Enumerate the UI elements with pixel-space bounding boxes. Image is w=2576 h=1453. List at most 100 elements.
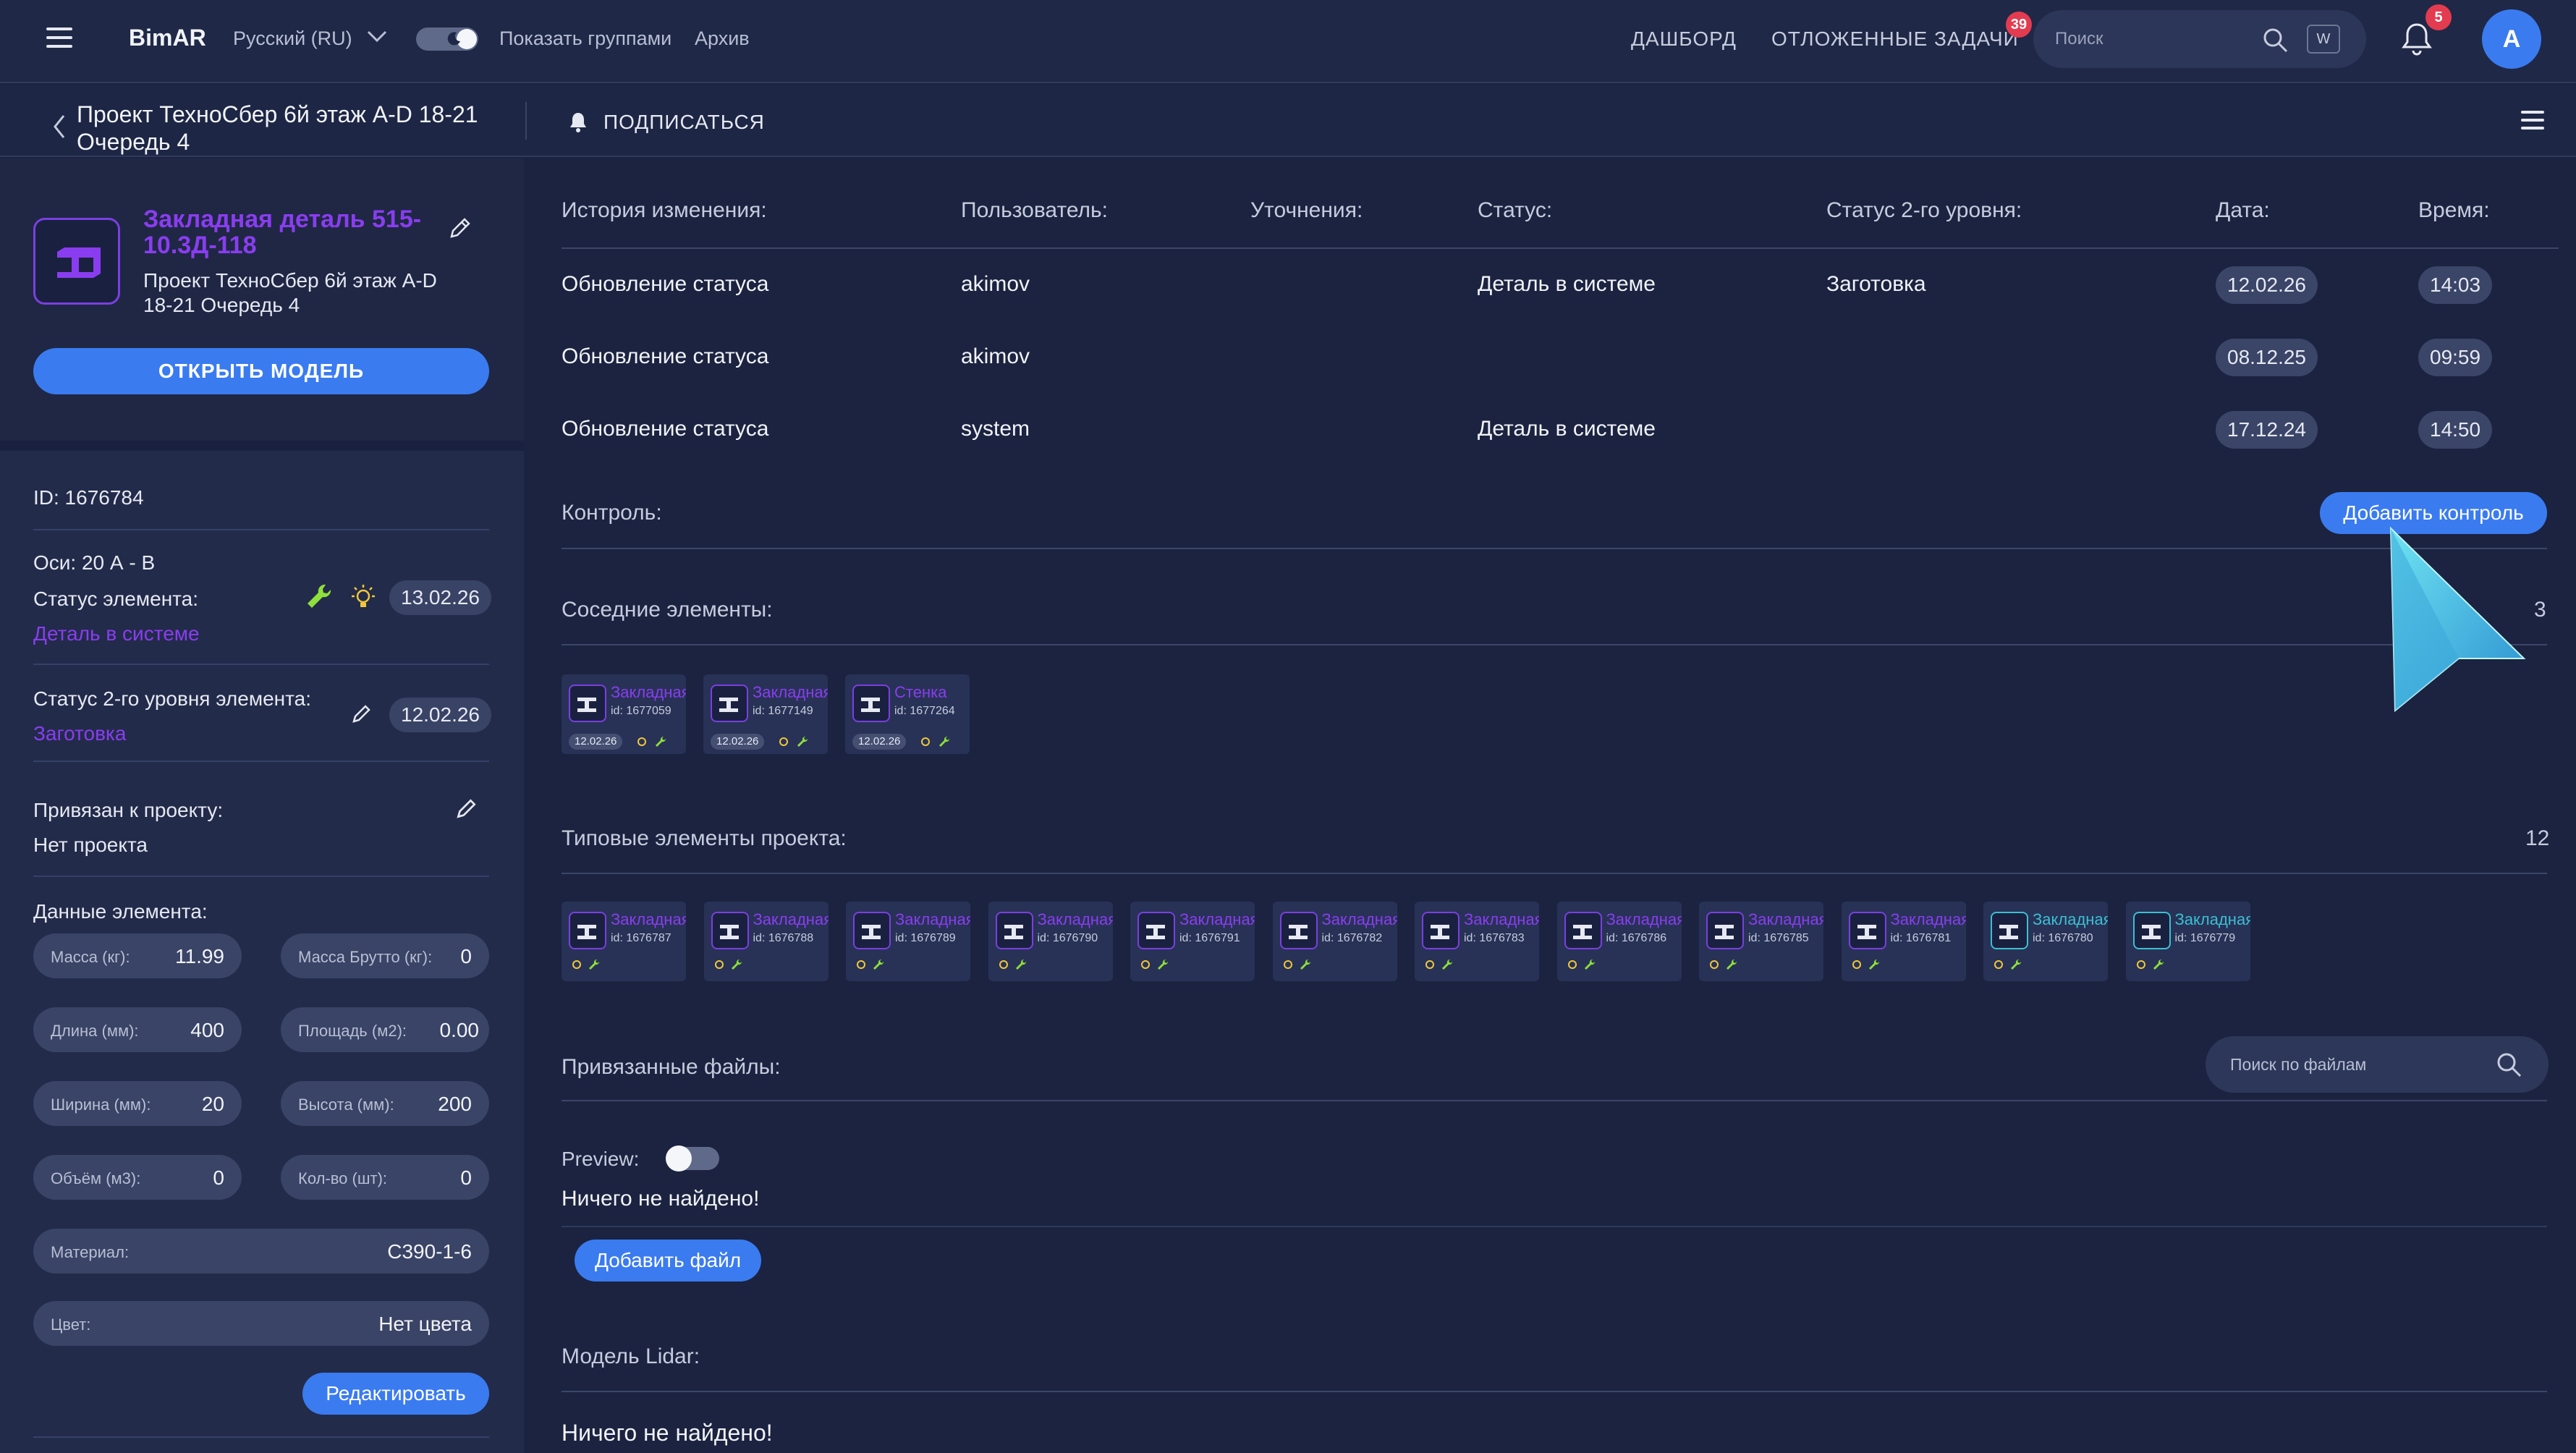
typical-element-id: id: 1676779 (2174, 932, 2236, 944)
field-quantity: Кол-во (шт): 0 (281, 1155, 489, 1200)
history-row-status: Деталь в системе (1478, 272, 1656, 296)
divider (33, 529, 489, 530)
typical-element-name: Закладная (1037, 910, 1113, 928)
typical-element-card[interactable]: Закладная id: 1676781 (1841, 902, 1966, 981)
status-value[interactable]: Деталь в системе (33, 622, 200, 645)
nav-dashboard[interactable]: ДАШБОРД (1631, 27, 1737, 51)
embedded-part-icon (569, 685, 606, 722)
history-row-time: 14:50 (2418, 411, 2493, 449)
typical-element-card[interactable]: Закладная id: 1676785 (1699, 902, 1823, 981)
wall-part-icon (852, 685, 890, 722)
typical-element-name: Закладная (895, 910, 970, 928)
typical-element-name: Закладная (1179, 910, 1255, 928)
language-selector[interactable]: Русский (RU) (233, 27, 352, 50)
field-length: Длина (мм): 400 (33, 1007, 242, 1052)
typical-element-id: id: 1676787 (611, 932, 671, 944)
wrench-icon (939, 736, 950, 747)
typical-element-id: id: 1676791 (1179, 932, 1240, 944)
history-header-action: История изменения: (562, 198, 767, 222)
typical-element-id: id: 1676780 (2033, 932, 2093, 944)
status2-date-badge: 12.02.26 (389, 698, 491, 732)
notifications-count-badge: 5 (2425, 4, 2452, 30)
search-icon[interactable] (2261, 26, 2289, 54)
bell-icon[interactable] (569, 111, 588, 133)
edit-pencil-icon[interactable] (350, 703, 372, 725)
hamburger-menu-icon[interactable] (46, 27, 72, 49)
status2-value[interactable]: Заготовка (33, 722, 126, 745)
typical-element-card[interactable]: Закладная id: 1676788 (703, 902, 829, 981)
neighbor-date: 12.02.26 (852, 734, 907, 750)
typical-element-card[interactable]: Закладная id: 1676790 (988, 902, 1113, 981)
preview-toggle[interactable] (666, 1145, 719, 1172)
typical-element-card[interactable]: Закладная id: 1676782 (1272, 902, 1397, 981)
field-color: Цвет: Нет цвета (33, 1301, 489, 1346)
embedded-part-icon (1564, 912, 1602, 949)
neighbor-id: id: 1677264 (894, 705, 955, 717)
typical-element-card[interactable]: Закладная id: 1676789 (846, 902, 970, 981)
embedded-part-icon (569, 912, 606, 949)
typical-element-card[interactable]: Закладная id: 1676780 (1983, 902, 2108, 981)
user-avatar[interactable]: A (2482, 9, 2541, 69)
app-logo[interactable]: BimAR (129, 25, 206, 51)
embedded-part-icon (711, 912, 749, 949)
notifications-bell-icon[interactable] (2401, 22, 2433, 56)
pointer-cursor-icon (2389, 526, 2526, 713)
project-header: Проект ТехноСбер 6й этаж A-D 18-21 Очере… (0, 85, 2576, 157)
edit-pencil-icon[interactable] (454, 797, 478, 821)
search-icon[interactable] (2495, 1051, 2522, 1078)
edit-button[interactable]: Редактировать (302, 1373, 489, 1415)
embedded-part-icon (853, 912, 891, 949)
deferred-count-badge: 39 (2006, 12, 2032, 38)
archive-link[interactable]: Архив (695, 27, 750, 50)
back-chevron-icon[interactable] (52, 114, 67, 140)
wrench-icon (1300, 959, 1310, 970)
lightbulb-icon (1283, 960, 1292, 969)
embedded-part-icon (1848, 912, 1886, 949)
status-label: Статус элемента: (33, 588, 199, 610)
wrench-icon (1726, 959, 1737, 970)
neighbor-card[interactable]: Закладная id: 1677059 12.02.26 (562, 674, 686, 754)
files-title: Привязанные файлы: (562, 1055, 781, 1079)
global-search[interactable]: Поиск W (2033, 10, 2366, 68)
show-groups-link[interactable]: Показать группами (499, 27, 671, 50)
typical-element-id: id: 1676785 (1748, 932, 1809, 944)
wrench-icon (873, 959, 884, 970)
typical-element-card[interactable]: Закладная id: 1676779 (2125, 902, 2250, 981)
typical-element-card[interactable]: Закладная id: 1676791 (1130, 902, 1255, 981)
history-header-user: Пользователь: (961, 198, 1109, 222)
typical-element-name: Закладная (1606, 910, 1682, 928)
search-shortcut-key: W (2307, 25, 2340, 54)
history-header-status2: Статус 2-го уровня: (1826, 198, 2022, 222)
typical-element-card[interactable]: Закладная id: 1676786 (1556, 902, 1682, 981)
file-search-input[interactable]: Поиск по файлам (2230, 1055, 2366, 1075)
edit-pencil-icon[interactable] (447, 216, 472, 241)
field-height: Высота (мм): 200 (281, 1081, 489, 1126)
lidar-empty-message: Ничего не найдено! (562, 1420, 773, 1446)
chevron-down-icon[interactable] (366, 27, 388, 45)
lightbulb-icon (2136, 960, 2145, 969)
typical-count: 12 (2525, 826, 2550, 850)
divider (562, 873, 2547, 874)
menu-icon[interactable] (2521, 111, 2544, 131)
embedded-part-icon (1137, 912, 1175, 949)
typical-element-card[interactable]: Закладная id: 1676787 (562, 902, 686, 981)
typical-element-card[interactable]: Закладная id: 1676783 (1415, 902, 1539, 981)
lightbulb-icon (1994, 960, 2003, 969)
typical-element-id: id: 1676788 (753, 932, 814, 944)
neighbor-card[interactable]: Стенка id: 1677264 12.02.26 (845, 674, 970, 754)
open-model-button[interactable]: ОТКРЫТЬ МОДЕЛЬ (33, 348, 489, 394)
search-input[interactable]: Поиск (2055, 29, 2103, 49)
subscribe-button[interactable]: ПОДПИСАТЬСЯ (603, 111, 765, 134)
wrench-icon (2011, 959, 2022, 970)
embedded-part-icon (33, 218, 120, 305)
top-bar: BimAR Русский (RU) Показать группами Арх… (0, 0, 2576, 83)
history-header-status: Статус: (1478, 198, 1553, 222)
neighbor-card[interactable]: Закладная id: 1677149 12.02.26 (703, 674, 828, 754)
neighbor-name: Закладная (611, 683, 686, 701)
add-file-button[interactable]: Добавить файл (575, 1240, 761, 1282)
nav-deferred-tasks[interactable]: ОТЛОЖЕННЫЕ ЗАДАЧИ (1771, 27, 2019, 51)
history-row-user: system (961, 417, 1030, 441)
bound-project-value: Нет проекта (33, 834, 148, 856)
file-search[interactable]: Поиск по файлам (2206, 1036, 2549, 1093)
embedded-part-icon (711, 685, 748, 722)
